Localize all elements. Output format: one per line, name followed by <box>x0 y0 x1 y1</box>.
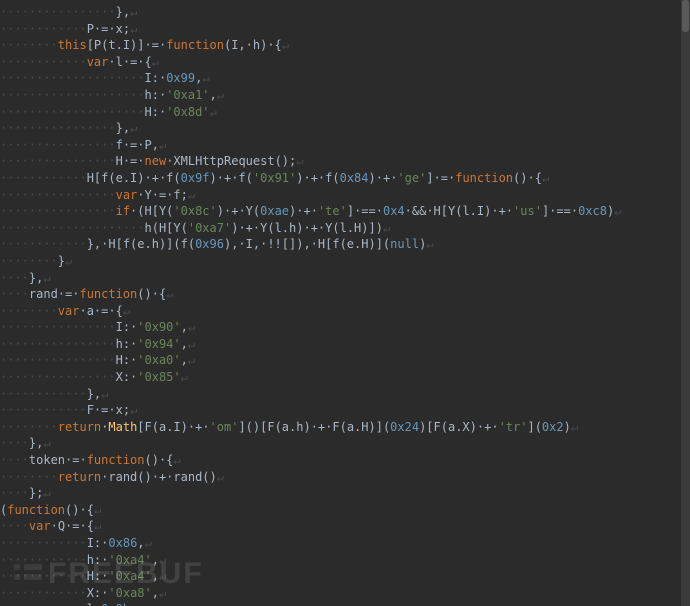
code-line: ············var·l·=·{↵ <box>0 54 681 71</box>
code-editor-viewport: ················},↵············P·=·x;↵··… <box>0 0 681 606</box>
scrollbar-thumb[interactable] <box>682 0 689 32</box>
code-line: ················if·(H[Y('0x8c')·+·Y(0xae… <box>0 203 681 220</box>
code-line: ············F·=·x;↵ <box>0 402 681 419</box>
code-line: ····},↵ <box>0 270 681 287</box>
code-line: ····};↵ <box>0 485 681 502</box>
code-line: ················I:·'0x90',↵ <box>0 319 681 336</box>
code-line: ····token·=·function()·{↵ <box>0 452 681 469</box>
code-line: ········return·Math[F(a.I)·+·'om']()[F(a… <box>0 419 681 436</box>
code-line: ········return·rand()·+·rand()↵ <box>0 469 681 486</box>
code-line: ····················h:·'0xa1',↵ <box>0 87 681 104</box>
code-line: ················X:·'0x85'↵ <box>0 369 681 386</box>
code-line: ············H[f(e.I)·+·f(0x9f)·+·f('0x91… <box>0 170 681 187</box>
code-line: ····rand·=·function()·{↵ <box>0 286 681 303</box>
code-line: ····var·Q·=·{↵ <box>0 518 681 535</box>
code-line: ········this[P(t.I)]·=·function(I,·h)·{↵ <box>0 37 681 54</box>
code-line: ····················h(H[Y('0xa7')·+·Y(l.… <box>0 220 681 237</box>
code-line: ····················I:·0x99,↵ <box>0 70 681 87</box>
code-line: ············h:·'0xa4',↵ <box>0 552 681 569</box>
code-line: ············P·=·x;↵ <box>0 21 681 38</box>
code-line: ········}↵ <box>0 253 681 270</box>
code-line: ············l·0x9b <box>0 601 681 606</box>
code-line: ················},↵ <box>0 4 681 21</box>
code-line: (function()·{↵ <box>0 502 681 519</box>
code-line: ············},·H[f(e.h)](f(0x96),·I,·!![… <box>0 236 681 253</box>
code-line: ················},↵ <box>0 120 681 137</box>
code-line: ················H:·'0xa0',↵ <box>0 352 681 369</box>
code-line: ····},↵ <box>0 435 681 452</box>
code-line: ················f·=·P,↵ <box>0 137 681 154</box>
code-line: ············I:·0x86,↵ <box>0 535 681 552</box>
vertical-scrollbar[interactable] <box>681 0 690 606</box>
code-line: ····················H:·'0x8d'↵ <box>0 104 681 121</box>
code-line: ················h:·'0x94',↵ <box>0 336 681 353</box>
code-line: ············X:·'0xa8',↵ <box>0 585 681 602</box>
code-block: ················},↵············P·=·x;↵··… <box>0 4 681 606</box>
code-line: ············},↵ <box>0 386 681 403</box>
code-line: ················H·=·new·XMLHttpRequest()… <box>0 153 681 170</box>
code-line: ················var·Y·=·f;↵ <box>0 187 681 204</box>
code-line: ········var·a·=·{↵ <box>0 303 681 320</box>
code-line: ············H:·'0xa4',↵ <box>0 568 681 585</box>
